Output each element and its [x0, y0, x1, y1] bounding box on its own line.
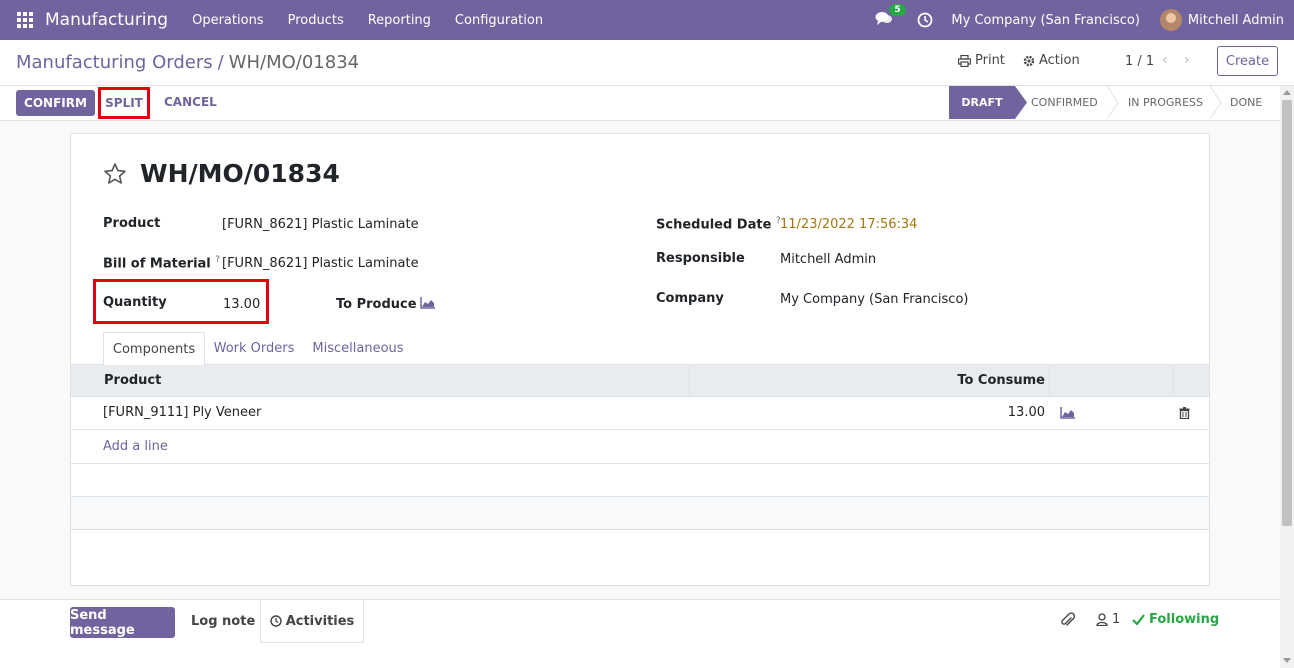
- scheduled-date-field[interactable]: 11/23/2022 17:56:34: [780, 217, 917, 232]
- scheduled-date-label-text: Scheduled Date: [656, 217, 772, 233]
- paperclip-icon[interactable]: [1060, 612, 1075, 628]
- responsible-label: Responsible: [656, 251, 745, 266]
- scroll-up-icon[interactable]: [1283, 90, 1291, 95]
- user-icon: [1096, 613, 1108, 626]
- activities-label: Activities: [285, 613, 355, 629]
- company-field[interactable]: My Company (San Francisco): [780, 292, 968, 307]
- pager-previous-icon[interactable]: ‹: [1162, 52, 1168, 68]
- followers-count: 1: [1112, 612, 1121, 627]
- tab-components[interactable]: Components: [103, 332, 205, 366]
- split-button[interactable]: SPLIT: [98, 87, 150, 119]
- tab-work-orders[interactable]: Work Orders: [208, 332, 300, 365]
- top-navbar: Manufacturing Operations Products Report…: [0, 0, 1294, 40]
- stage-done[interactable]: DONE: [1230, 86, 1270, 119]
- empty-row: [71, 497, 1209, 530]
- form-sheet: WH/MO/01834 Product [FURN_8621] Plastic …: [70, 133, 1210, 586]
- action-button[interactable]: Action: [1023, 53, 1080, 68]
- chat-badge: 5: [889, 4, 906, 16]
- print-button[interactable]: Print: [958, 53, 1005, 68]
- main-menu: Operations Products Reporting Configurat…: [180, 13, 555, 28]
- navbar-systray: 5 My Company (San Francisco) Mitchell Ad…: [875, 0, 1294, 40]
- trash-icon[interactable]: [1179, 407, 1190, 419]
- scroll-thumb[interactable]: [1282, 100, 1292, 526]
- clock-icon[interactable]: [917, 12, 933, 28]
- empty-row: [71, 464, 1209, 497]
- bom-label: Bill of Material ?: [103, 255, 220, 271]
- menu-configuration[interactable]: Configuration: [443, 13, 555, 28]
- pager-next-icon[interactable]: ›: [1184, 52, 1190, 68]
- control-panel: Manufacturing Orders / WH/MO/01834 Print A…: [0, 40, 1294, 86]
- action-label: Action: [1039, 53, 1080, 68]
- record-title: WH/MO/01834: [140, 159, 340, 188]
- stage-confirmed[interactable]: CONFIRMED: [1031, 86, 1111, 119]
- print-icon: [958, 54, 971, 67]
- check-icon: [1132, 614, 1145, 625]
- send-message-button[interactable]: Send message: [70, 607, 175, 638]
- app-name[interactable]: Manufacturing: [45, 10, 168, 30]
- gear-icon: [1023, 55, 1035, 66]
- stage-in-progress[interactable]: IN PROGRESS: [1128, 86, 1208, 119]
- activities-button[interactable]: Activities: [260, 600, 364, 643]
- bom-label-text: Bill of Material: [103, 256, 211, 272]
- following-button[interactable]: Following: [1132, 612, 1219, 627]
- cancel-button[interactable]: CANCEL: [164, 95, 217, 109]
- scroll-down-icon[interactable]: [1283, 658, 1291, 663]
- tab-miscellaneous[interactable]: Miscellaneous: [306, 332, 410, 365]
- chatter: Send message Log note Activities 1 Follo…: [0, 599, 1280, 668]
- user-menu[interactable]: Mitchell Admin: [1188, 13, 1284, 28]
- breadcrumb: Manufacturing Orders / WH/MO/01834: [16, 52, 359, 73]
- bom-field[interactable]: [FURN_8621] Plastic Laminate: [222, 256, 419, 271]
- quantity-field[interactable]: 13.00: [223, 297, 260, 312]
- add-line-row: Add a line: [71, 431, 1209, 464]
- column-divider: [1049, 365, 1050, 397]
- followers-button[interactable]: 1: [1096, 612, 1120, 627]
- breadcrumb-current: WH/MO/01834: [228, 52, 360, 73]
- stage-divider-icon: [1107, 86, 1119, 119]
- apps-menu-icon[interactable]: [17, 12, 33, 28]
- notebook-tabs: Components Work Orders Miscellaneous: [71, 332, 1209, 366]
- breadcrumb-parent[interactable]: Manufacturing Orders: [16, 52, 213, 73]
- responsible-field[interactable]: Mitchell Admin: [780, 252, 876, 267]
- user-avatar[interactable]: [1159, 9, 1182, 31]
- print-label: Print: [975, 53, 1005, 68]
- pager-value[interactable]: 1 / 1: [1125, 54, 1154, 69]
- star-icon[interactable]: [103, 162, 127, 186]
- menu-operations[interactable]: Operations: [180, 13, 275, 28]
- stage-draft[interactable]: DRAFT: [949, 86, 1015, 119]
- create-button[interactable]: Create: [1217, 46, 1278, 76]
- confirm-button[interactable]: CONFIRM: [16, 90, 95, 116]
- help-icon[interactable]: ?: [215, 255, 220, 265]
- to-produce-label: To Produce: [336, 297, 417, 312]
- messaging-menu[interactable]: 5: [875, 4, 906, 30]
- forecast-chart-icon[interactable]: [420, 297, 435, 309]
- menu-reporting[interactable]: Reporting: [356, 13, 443, 28]
- add-line-link[interactable]: Add a line: [103, 439, 168, 454]
- components-table-header: Product To Consume: [71, 365, 1209, 397]
- table-row[interactable]: [FURN_9111] Ply Veneer 13.00: [71, 397, 1209, 430]
- following-label: Following: [1149, 612, 1220, 627]
- stage-divider-icon: [1210, 86, 1222, 119]
- row-product[interactable]: [FURN_9111] Ply Veneer: [103, 405, 261, 420]
- scrollbar[interactable]: [1280, 86, 1294, 668]
- column-to-consume[interactable]: To Consume: [951, 373, 1045, 388]
- company-label: Company: [656, 291, 724, 306]
- stage-arrow-icon: [1015, 86, 1027, 119]
- status-bar: CONFIRM SPLIT CANCEL DRAFT CONFIRMED IN …: [0, 86, 1280, 121]
- menu-products[interactable]: Products: [276, 13, 356, 28]
- product-field[interactable]: [FURN_8621] Plastic Laminate: [222, 217, 419, 232]
- quantity-label: Quantity: [103, 295, 167, 310]
- company-switcher[interactable]: My Company (San Francisco): [951, 13, 1139, 28]
- product-label: Product: [103, 216, 161, 231]
- clock-icon: [270, 615, 282, 627]
- row-to-consume[interactable]: 13.00: [971, 405, 1045, 420]
- breadcrumb-separator: /: [217, 52, 224, 73]
- forecast-chart-icon[interactable]: [1060, 407, 1075, 419]
- log-note-button[interactable]: Log note: [191, 614, 255, 629]
- column-divider: [1173, 365, 1174, 397]
- column-divider: [689, 365, 690, 397]
- scheduled-date-label: Scheduled Date ?: [656, 216, 781, 232]
- column-product[interactable]: Product: [104, 373, 161, 388]
